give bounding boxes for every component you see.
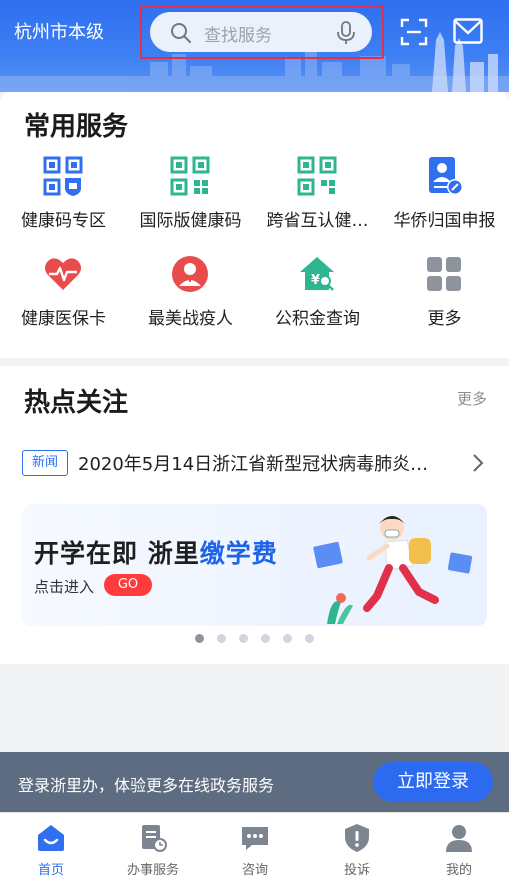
heart-pulse-icon — [45, 258, 81, 290]
tab-complaint[interactable]: 投诉 — [306, 819, 408, 877]
banner-subtitle: 点击进入 — [34, 578, 95, 596]
tab-profile[interactable]: 我的 — [408, 819, 509, 877]
common-services-card: 常用服务 健康码专区 国际版健康码 跨省互认健… 华侨归国申报 健康医保卡 最美… — [0, 92, 509, 358]
svg-text:¥: ¥ — [311, 273, 320, 288]
tab-label: 办事服务 — [126, 863, 179, 877]
hot-topics-more-link[interactable]: 更多 — [457, 388, 487, 409]
tab-label: 投诉 — [343, 863, 370, 877]
carousel-dot[interactable] — [195, 634, 204, 643]
qr-code-icon — [170, 156, 210, 196]
doctor-badge-icon — [172, 256, 208, 292]
service-more[interactable]: 更多 — [381, 254, 508, 344]
health-code-icon — [43, 156, 83, 196]
running-student-illustration — [313, 516, 473, 624]
login-button[interactable]: 立即登录 — [373, 762, 493, 802]
scan-icon[interactable] — [400, 18, 428, 46]
login-prompt-text: 登录浙里办，体验更多在线政务服务 — [18, 776, 275, 795]
hot-topics-title: 热点关注 — [24, 388, 129, 418]
house-yuan-icon: ¥ — [300, 257, 334, 291]
service-label: 跨省互认健… — [266, 211, 369, 231]
service-label: 华侨归国申报 — [393, 211, 496, 231]
chat-icon — [242, 827, 268, 850]
service-label: 公积金查询 — [275, 309, 360, 329]
news-item[interactable]: 新闻 2020年5月14日浙江省新型冠状病毒肺炎… — [22, 448, 492, 478]
service-label: 国际版健康码 — [139, 211, 242, 231]
tab-home[interactable]: 首页 — [0, 819, 102, 877]
banner-title-part1: 开学在即 浙里 — [34, 539, 200, 568]
service-cross-province-recognition[interactable]: 跨省互认健… — [254, 156, 381, 246]
banner-title-part2: 缴学费 — [199, 539, 278, 568]
home-icon — [38, 825, 64, 851]
news-tag: 新闻 — [22, 450, 68, 476]
tab-label: 咨询 — [241, 863, 268, 877]
service-label: 健康码专区 — [21, 211, 106, 231]
service-overseas-chinese-declaration[interactable]: 华侨归国申报 — [381, 156, 508, 246]
common-services-title: 常用服务 — [24, 112, 129, 142]
promo-banner[interactable]: 开学在即 浙里缴学费 点击进入 GO — [22, 504, 487, 626]
search-placeholder: 查找服务 — [204, 26, 272, 46]
service-intl-health-code[interactable]: 国际版健康码 — [127, 156, 254, 246]
tab-services[interactable]: 办事服务 — [102, 819, 204, 877]
city-selector[interactable]: 杭州市本级 — [14, 18, 104, 44]
tab-consult[interactable]: 咨询 — [204, 819, 306, 877]
service-health-code-zone[interactable]: 健康码专区 — [0, 156, 127, 246]
microphone-icon[interactable] — [336, 21, 356, 45]
app-header: 杭州市本级 查找服务 — [0, 0, 509, 92]
tab-label: 我的 — [445, 863, 472, 877]
service-doc-icon — [142, 825, 167, 852]
bottom-tab-bar: 首页 办事服务 咨询 投诉 我的 — [0, 812, 509, 877]
carousel-dot[interactable] — [239, 634, 248, 643]
carousel-dot[interactable] — [283, 634, 292, 643]
service-label: 健康医保卡 — [21, 309, 106, 329]
news-headline: 2020年5月14日浙江省新型冠状病毒肺炎… — [78, 454, 429, 475]
hot-topics-card: 热点关注 更多 新闻 2020年5月14日浙江省新型冠状病毒肺炎… 开学在即 浙… — [0, 366, 509, 664]
mail-icon[interactable] — [453, 18, 483, 44]
grid-icon — [427, 257, 461, 291]
carousel-indicator — [195, 634, 325, 644]
service-housing-fund-query[interactable]: ¥ 公积金查询 — [254, 254, 381, 344]
carousel-dot[interactable] — [261, 634, 270, 643]
carousel-dot[interactable] — [217, 634, 226, 643]
service-label: 更多 — [427, 309, 462, 329]
service-label: 最美战疫人 — [148, 309, 233, 329]
search-icon — [171, 23, 191, 43]
id-card-edit-icon — [429, 157, 463, 195]
qr-code-icon — [297, 156, 337, 196]
chevron-right-icon — [473, 454, 484, 472]
carousel-dot[interactable] — [305, 634, 314, 643]
service-health-insurance-card[interactable]: 健康医保卡 — [0, 254, 127, 344]
service-anti-epidemic-heroes[interactable]: 最美战疫人 — [127, 254, 254, 344]
user-icon — [446, 825, 472, 852]
tab-label: 首页 — [37, 863, 64, 877]
shield-alert-icon — [345, 824, 369, 852]
login-prompt-bar: 登录浙里办，体验更多在线政务服务 立即登录 — [0, 752, 509, 812]
banner-title: 开学在即 浙里缴学费 — [34, 534, 278, 570]
banner-go-button[interactable]: GO — [104, 574, 152, 596]
search-bar[interactable]: 查找服务 — [150, 12, 372, 52]
